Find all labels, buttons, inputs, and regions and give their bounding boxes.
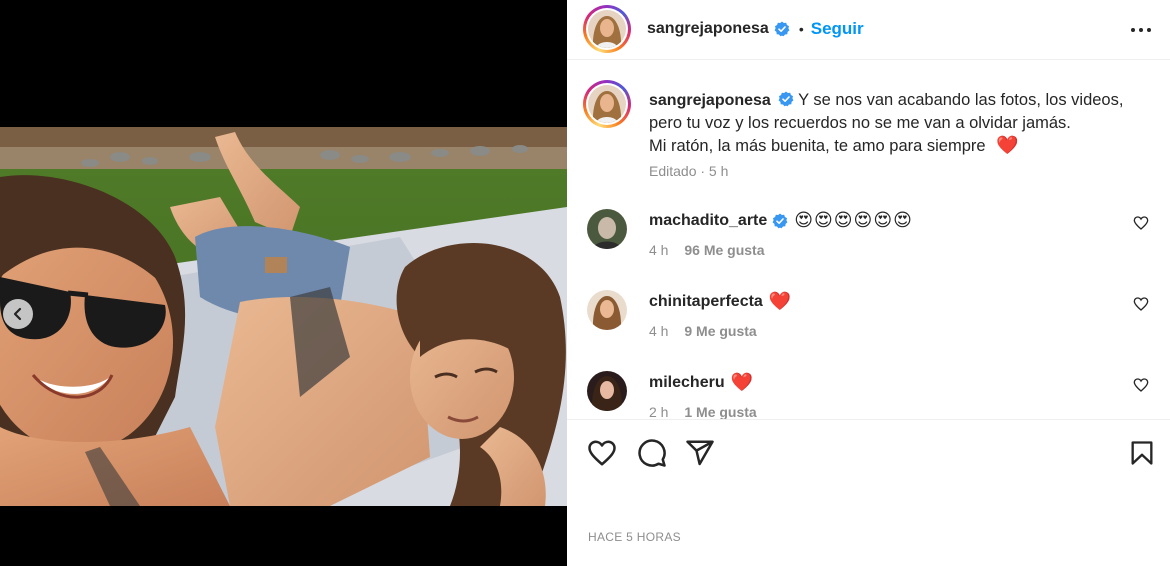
comment-item: machadito_arte 😍😍😍😍😍😍 4 h 96 Me gusta	[583, 209, 1153, 269]
caption-author-avatar[interactable]	[583, 80, 631, 128]
share-icon[interactable]	[685, 438, 715, 468]
separator-dot: •	[798, 21, 804, 37]
comment-avatar[interactable]	[587, 371, 627, 411]
chevron-left-icon	[13, 307, 22, 321]
comment-time: 2 h	[649, 404, 669, 419]
comment-time: 4 h	[649, 323, 669, 339]
more-options-icon[interactable]	[1130, 20, 1152, 40]
post-timestamp[interactable]: HACE 5 HORAS	[588, 530, 681, 544]
comment-text: 😍😍😍😍😍😍	[794, 210, 913, 230]
like-heart-icon[interactable]	[1133, 215, 1149, 231]
comment-username[interactable]: machadito_arte	[649, 212, 767, 230]
comment-likes[interactable]: 9 Me gusta	[684, 323, 756, 339]
verified-badge-icon	[772, 213, 788, 228]
like-heart-icon[interactable]	[1133, 377, 1149, 393]
caption-line-1: Y se nos van acabando las fotos, los vid…	[798, 91, 1124, 109]
comment-text: ❤️	[730, 372, 754, 392]
comment-likes[interactable]: 1 Me gusta	[684, 404, 756, 419]
post-media	[0, 0, 567, 566]
comment-likes[interactable]: 96 Me gusta	[684, 242, 764, 258]
comment-meta: 4 h 9 Me gusta	[649, 323, 757, 339]
comment-time: 4 h	[649, 242, 669, 258]
comment-avatar[interactable]	[587, 290, 627, 330]
like-heart-icon[interactable]	[587, 438, 617, 468]
post-details-panel: sangrejaponesa • Seguir sangrejaponesa Y…	[567, 0, 1170, 566]
comment-text: ❤️	[768, 291, 792, 311]
comment-item: milecheru ❤️ 2 h 1 Me gusta	[583, 371, 1153, 419]
save-bookmark-icon[interactable]	[1128, 438, 1156, 468]
verified-badge-icon	[778, 91, 794, 107]
caption-heart-emoji: ❤️	[996, 135, 1019, 155]
comments-list[interactable]: sangrejaponesa Y se nos van acabando las…	[567, 60, 1170, 419]
post-header: sangrejaponesa • Seguir	[567, 0, 1170, 60]
author-username[interactable]: sangrejaponesa	[647, 20, 769, 38]
caption-text: sangrejaponesa Y se nos van acabando las…	[649, 89, 1149, 157]
caption-line-2: pero tu voz y los recuerdos no se me van…	[649, 114, 1071, 132]
comment-username[interactable]: milecheru	[649, 374, 725, 392]
comment-meta: 4 h 96 Me gusta	[649, 242, 765, 258]
follow-button[interactable]: Seguir	[811, 19, 864, 39]
caption-username[interactable]: sangrejaponesa	[649, 92, 771, 109]
author-avatar[interactable]	[583, 5, 631, 53]
comment-username[interactable]: chinitaperfecta	[649, 293, 763, 311]
previous-photo-button[interactable]	[3, 299, 33, 329]
verified-badge-icon	[774, 21, 790, 37]
caption-meta: Editado · 5 h	[649, 163, 729, 179]
comment-meta: 2 h 1 Me gusta	[649, 404, 757, 419]
like-heart-icon[interactable]	[1133, 296, 1149, 312]
comment-item: chinitaperfecta ❤️ 4 h 9 Me gusta	[583, 290, 1153, 350]
comment-icon[interactable]	[637, 438, 667, 468]
post-photo[interactable]	[0, 127, 567, 506]
post-actions-bar: HACE 5 HORAS	[567, 419, 1170, 566]
comment-avatar[interactable]	[587, 209, 627, 249]
caption-line-3: Mi ratón, la más buenita, te amo para si…	[649, 137, 986, 155]
